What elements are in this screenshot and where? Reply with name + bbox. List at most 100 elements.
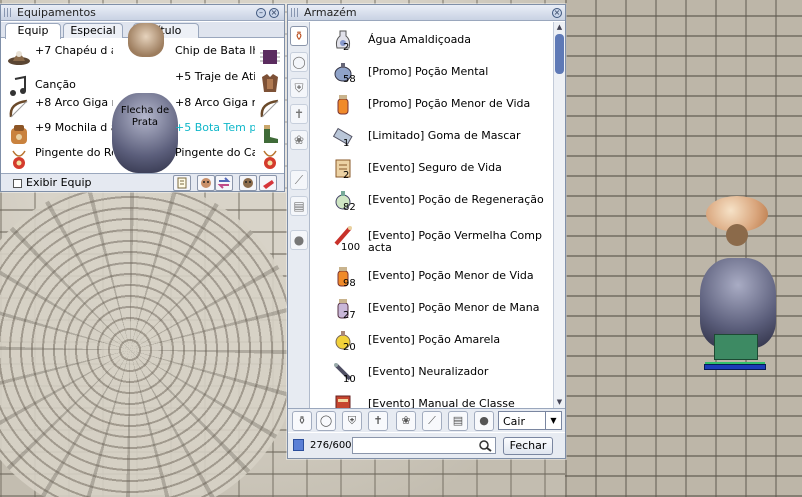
hat-icon [8,51,30,65]
equip-slot-label: Pingente do Redemoinho [35,146,113,159]
shoe-view-button[interactable] [259,175,277,191]
list-item[interactable]: 1 [Limitado] Goma de Mascar [311,120,553,152]
filter-cards-button[interactable]: ▤ [448,411,468,431]
storage-scrollbar[interactable]: ▲ ▼ [553,22,565,408]
tab-accessories[interactable]: ❀ [290,130,308,150]
item-name: [Evento] Manual de Classe [368,397,515,409]
potion-orange-icon [337,95,349,115]
list-item[interactable]: 98 [Evento] Poção Menor de Vida [311,260,553,292]
tab-weapons[interactable]: ✝ [290,104,308,124]
minimize-icon[interactable]: – [256,8,266,18]
filter-weapons-button[interactable]: ✝ [368,411,388,431]
bow-icon [260,99,279,118]
tab-consumables[interactable]: ⚱ [290,26,308,46]
tab-cards[interactable]: ▤ [290,196,308,216]
player-head [726,224,748,246]
list-item[interactable]: 20 [Evento] Poção Amarela [311,324,553,356]
equip-slot-head-top[interactable]: +7 Chapéu d a Banda I... [1,43,113,73]
list-item[interactable]: 100 [Evento] Poção Vermelha Comp acta [311,216,553,256]
storage-search-input[interactable] [352,437,496,454]
bow-icon [9,99,28,118]
chip-icon [260,50,280,64]
search-icon[interactable] [478,439,492,452]
filter-favorites-button[interactable]: ● [474,411,494,431]
storage-titlebar[interactable]: Armazém × [288,5,565,21]
equip-slot-label: +5 Bota Tem poral DES [175,121,255,134]
equip-slot-accessory-right[interactable]: Pingente do Caos [175,145,283,175]
storage-category-tabs: ⚱ ◯ ⛨ ✝ ❀ ⟋ ▤ ● [288,22,310,408]
notes-button[interactable] [173,175,191,191]
item-name: [Promo] Poção Menor de Vida [368,97,531,110]
storage-footer: 276/600 Fechar [288,433,565,458]
show-equip-label: Exibir Equip [26,176,92,189]
character-face-icon [243,178,253,188]
equipment-window: Equipamentos – × Equip Especial Título +… [0,4,285,192]
scroll-thumb[interactable] [555,34,564,74]
list-item[interactable]: 2 Água Amaldiçoada [311,24,553,56]
item-name: [Evento] Neuralizador [368,365,489,378]
filter-armor-button[interactable]: ⛨ [342,411,362,431]
tab-favorites[interactable]: ● [290,230,308,250]
char-view-button[interactable] [197,175,215,191]
equip-slot-label: +8 Arco Giga nte [175,96,255,109]
list-item[interactable]: 58 [Promo] Poção Mental [311,56,553,88]
tab-etc[interactable]: ⟋ [290,170,308,190]
item-name: [Evento] Poção Amarela [368,333,501,346]
storage-title: Armazém [304,6,357,19]
equip-slot-label: +8 Arco Giga nte [35,96,113,109]
swap-equipment-button[interactable] [215,175,233,191]
tab-equip[interactable]: Equip [5,23,61,39]
ammo-label: Flecha de Prata [120,105,170,128]
drop-mode-select[interactable]: Cair ▼ [498,411,562,430]
costume-view-button[interactable] [239,175,257,191]
item-name: Água Amaldiçoada [368,33,472,46]
list-item[interactable]: [Promo] Poção Menor de Vida [311,88,553,120]
storage-window: Armazém × ⚱ ◯ ⛨ ✝ ❀ ⟋ ▤ ● 2 Água Amaldiç… [287,4,566,459]
equip-slot-accessory-left[interactable]: Pingente do Redemoinho [1,145,113,175]
tab-armor[interactable]: ⛨ [290,78,308,98]
close-icon[interactable]: × [269,8,279,18]
scroll-up-icon[interactable]: ▲ [555,23,564,32]
filter-consumables-button[interactable]: ⚱ [292,411,312,431]
chevron-down-icon[interactable]: ▼ [545,412,561,429]
filter-etc-button[interactable]: ⟋ [422,411,442,431]
character-face-icon [201,178,211,188]
drag-grip-icon[interactable] [291,8,300,17]
item-quantity: 20 [343,342,356,353]
equip-slot-label: Pingente do Caos [175,146,255,159]
item-name: [Evento] Poção de Regeneração [368,193,544,206]
scroll-down-icon[interactable]: ▼ [555,398,564,407]
item-name: [Evento] Poção Menor de Vida [368,269,534,282]
equip-slot-label: Canção [35,78,76,91]
close-icon[interactable]: × [552,8,562,18]
stone-mosaic-floor [0,180,300,497]
list-item[interactable]: 82 [Evento] Poção de Regeneração [311,184,553,216]
list-item[interactable]: [Evento] Manual de Classe [311,388,553,408]
item-quantity: 82 [343,202,356,213]
filter-accessories-button[interactable]: ❀ [396,411,416,431]
item-quantity: 58 [343,74,356,85]
equip-slot-label: +9 Mochila d a Aventur... [35,121,113,134]
item-quantity: 10 [343,374,356,385]
equipment-titlebar[interactable]: Equipamentos – × [1,5,284,21]
backpack-icon [11,125,27,144]
storage-item-list: 2 Água Amaldiçoada 58 [Promo] Poção Ment… [311,22,553,408]
list-item[interactable]: 2 [Evento] Seguro de Vida [311,152,553,184]
item-quantity: 100 [341,242,361,253]
show-equip-checkbox[interactable] [13,179,22,188]
list-item[interactable]: 10 [Evento] Neuralizador [311,356,553,388]
list-item[interactable]: 27 [Evento] Poção Menor de Mana [311,292,553,324]
drag-grip-icon[interactable] [4,8,13,17]
storage-item-count: 276/600 [310,440,352,451]
player-shadow-plate [714,334,758,360]
equip-slot-label: Chip de Bata lha [175,44,255,57]
equipment-footer: Exibir Equip [1,173,284,191]
equipment-title: Equipamentos [17,6,96,19]
close-button[interactable]: Fechar [503,437,553,455]
boots-icon [264,125,278,143]
item-quantity: 2 [343,170,350,181]
filter-misc-button[interactable]: ◯ [316,411,336,431]
player-character[interactable] [696,196,782,376]
notes-icon [177,177,187,189]
tab-misc[interactable]: ◯ [290,52,308,72]
